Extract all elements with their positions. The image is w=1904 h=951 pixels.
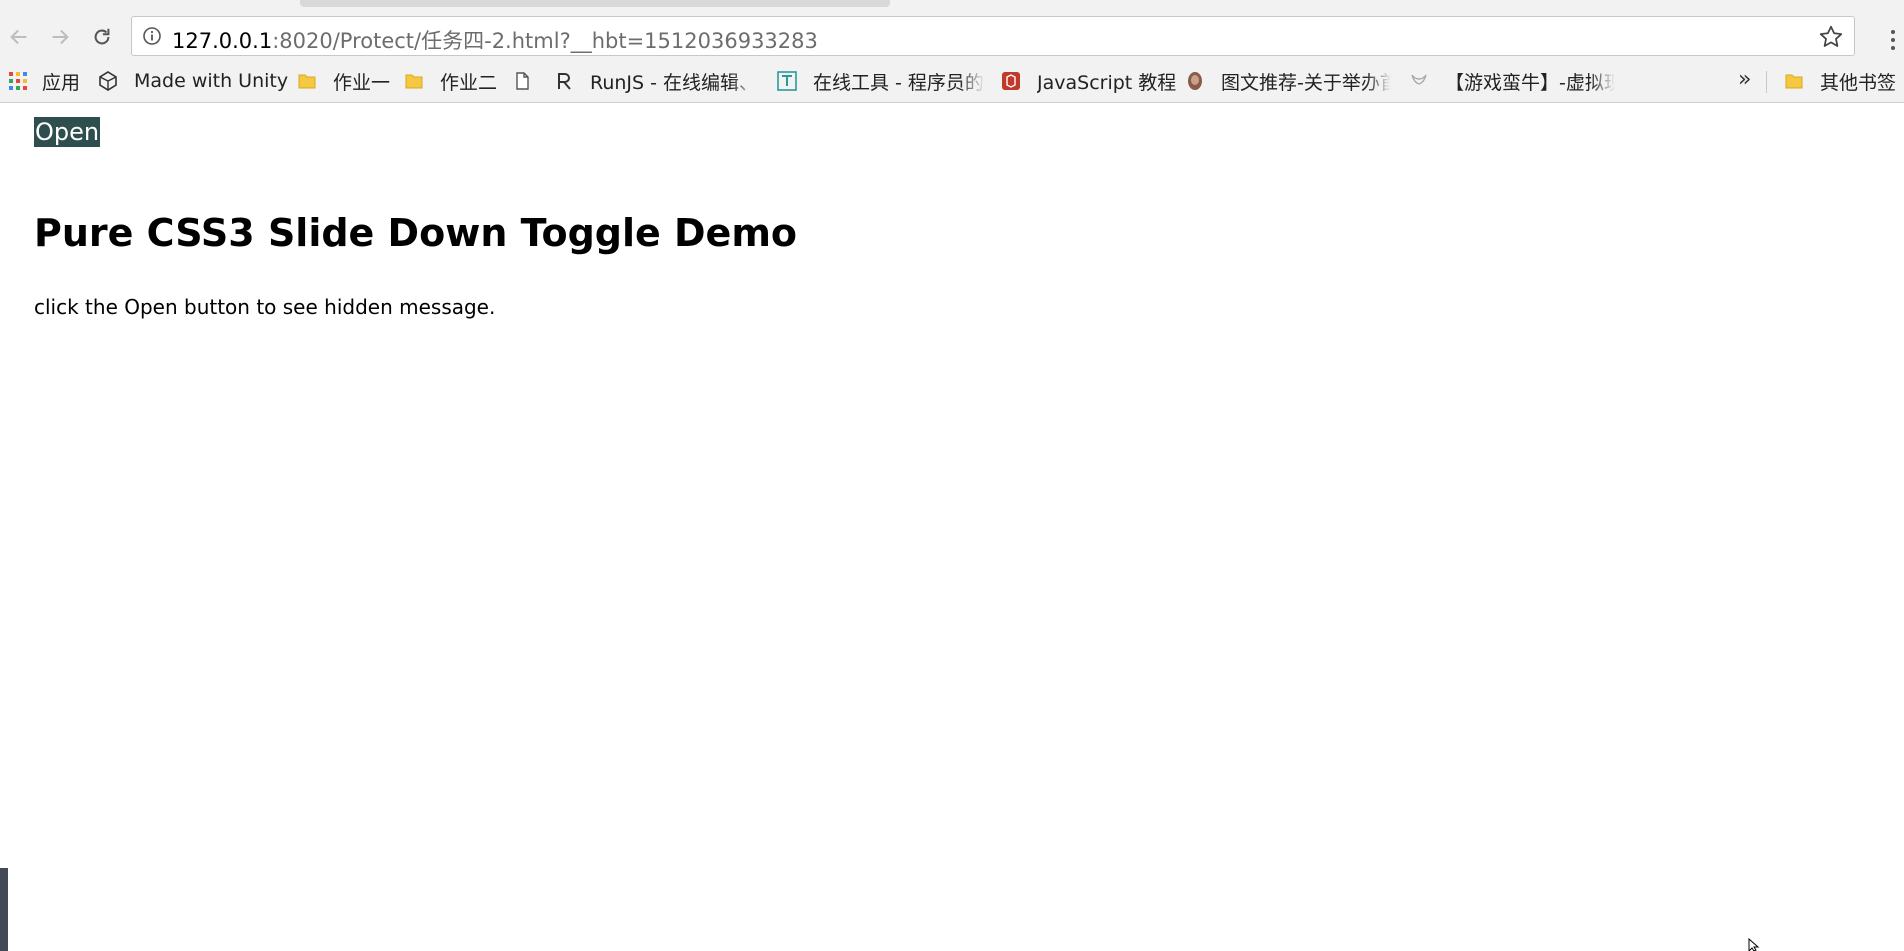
bookmark-label: 应用 (42, 71, 81, 94)
reload-icon (94, 28, 110, 45)
page-icon (516, 72, 529, 90)
game-icon (1411, 74, 1427, 85)
bookmark-untitled-page[interactable] (512, 67, 548, 95)
unity-icon (99, 71, 117, 91)
info-icon[interactable] (142, 26, 162, 46)
tab-strip (0, 0, 1904, 7)
vertical-dots-icon[interactable] (1888, 28, 1898, 52)
back-button[interactable] (4, 22, 34, 52)
open-button[interactable]: Open (34, 117, 101, 147)
bookmark-label: 在线工具 - 程序员的工 (813, 71, 985, 94)
page-content: Open Pure CSS3 Slide Down Toggle Demo cl… (0, 103, 1904, 951)
bookmark-label: 其他书签 (1820, 71, 1897, 94)
url-host: 127.0.0.1 (172, 29, 273, 53)
bookmark-label: 图文推荐-关于举办首 (1221, 71, 1391, 94)
tool-icon (777, 71, 797, 91)
forward-arrow-icon (52, 29, 69, 45)
bookmarks-bar: 应用 Made with Unity 作业一 作业二 RunJS - 在线编辑、… (0, 63, 1904, 99)
bookmark-apps[interactable]: 应用 (8, 67, 80, 95)
avatar-icon (1188, 72, 1202, 90)
bookmark-label: 【游戏蛮牛】-虚拟现 (1445, 71, 1615, 94)
js-tutorial-icon (1002, 72, 1020, 90)
bookmark-javascript-tutorial[interactable]: JavaScript 教程 (1001, 67, 1176, 95)
bookmark-online-tools[interactable]: 在线工具 - 程序员的工 (777, 67, 985, 95)
bookmark-game-manniu[interactable]: 【游戏蛮牛】-虚拟现 (1409, 67, 1615, 95)
page-description: click the Open button to see hidden mess… (34, 295, 496, 319)
mouse-cursor-icon (1748, 938, 1760, 951)
url-text[interactable]: 127.0.0.1:8020/Protect/任务四-2.html?__hbt=… (172, 25, 818, 55)
star-icon[interactable] (1818, 24, 1844, 50)
bookmark-folder-homework-2[interactable]: 作业二 (404, 67, 497, 95)
bookmark-label: RunJS - 在线编辑、展 (590, 71, 756, 94)
bookmark-label: 作业一 (333, 71, 391, 94)
bookmark-runjs[interactable]: RunJS - 在线编辑、展 (554, 67, 756, 95)
reload-button[interactable] (87, 22, 117, 52)
url-path: :8020/Protect/任务四-2.html?__hbt=151203693… (272, 29, 818, 53)
browser-toolbar: 127.0.0.1:8020/Protect/任务四-2.html?__hbt=… (0, 12, 1904, 62)
folder-icon (1785, 74, 1803, 89)
page-title: Pure CSS3 Slide Down Toggle Demo (34, 211, 798, 255)
window-edge (0, 868, 8, 951)
runjs-icon (558, 73, 571, 90)
address-bar[interactable]: 127.0.0.1:8020/Protect/任务四-2.html?__hbt=… (131, 16, 1855, 56)
bookmark-label: JavaScript 教程 (1037, 71, 1177, 94)
forward-button[interactable] (45, 22, 75, 52)
bookmark-other-bookmarks[interactable]: 其他书签 (1784, 67, 1896, 95)
bookmark-folder-homework-1[interactable]: 作业一 (297, 67, 390, 95)
browser-chrome: 127.0.0.1:8020/Protect/任务四-2.html?__hbt=… (0, 0, 1904, 103)
apps-grid-icon (9, 72, 27, 90)
bookmarks-overflow-button[interactable]: » (1738, 67, 1751, 92)
folder-icon (405, 74, 423, 89)
bookmark-featured-images[interactable]: 图文推荐-关于举办首 (1185, 67, 1391, 95)
browser-tab[interactable] (300, 0, 890, 7)
bookmark-made-with-unity[interactable]: Made with Unity (98, 67, 288, 95)
bookmark-label: Made with Unity (134, 70, 289, 92)
folder-icon (298, 74, 316, 89)
bookmarks-separator (1766, 71, 1767, 93)
bookmark-label: 作业二 (440, 71, 498, 94)
back-arrow-icon (10, 29, 27, 45)
